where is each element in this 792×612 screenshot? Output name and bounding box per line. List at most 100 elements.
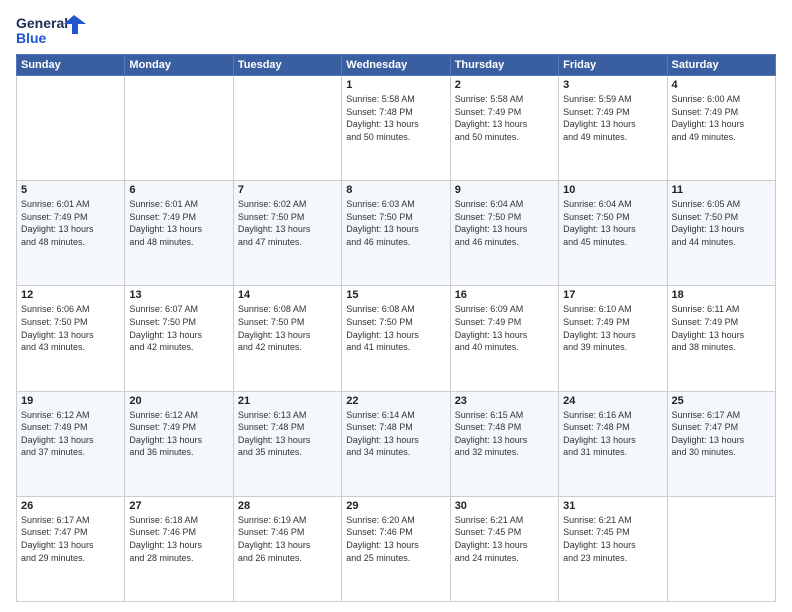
calendar-cell: 17 Sunrise: 6:10 AM Sunset: 7:49 PM Dayli…	[559, 286, 667, 391]
day-number: 12	[21, 289, 120, 301]
header: GeneralBlue	[16, 12, 776, 48]
day-number: 17	[563, 289, 662, 301]
day-info: Sunrise: 6:13 AM Sunset: 7:48 PM Dayligh…	[238, 409, 337, 459]
day-info: Sunrise: 6:17 AM Sunset: 7:47 PM Dayligh…	[21, 514, 120, 564]
calendar-cell: 29 Sunrise: 6:20 AM Sunset: 7:46 PM Dayli…	[342, 496, 450, 601]
calendar-cell: 28 Sunrise: 6:19 AM Sunset: 7:46 PM Dayli…	[233, 496, 341, 601]
day-info: Sunrise: 6:21 AM Sunset: 7:45 PM Dayligh…	[563, 514, 662, 564]
day-number: 11	[672, 184, 771, 196]
day-number: 8	[346, 184, 445, 196]
week-row-1: 1 Sunrise: 5:58 AM Sunset: 7:48 PM Daylig…	[17, 76, 776, 181]
calendar-cell: 20 Sunrise: 6:12 AM Sunset: 7:49 PM Dayli…	[125, 391, 233, 496]
calendar-cell: 31 Sunrise: 6:21 AM Sunset: 7:45 PM Dayli…	[559, 496, 667, 601]
col-header-friday: Friday	[559, 55, 667, 76]
day-info: Sunrise: 6:01 AM Sunset: 7:49 PM Dayligh…	[129, 198, 228, 248]
logo: GeneralBlue	[16, 12, 86, 48]
day-info: Sunrise: 6:17 AM Sunset: 7:47 PM Dayligh…	[672, 409, 771, 459]
calendar-cell: 3Sunrise: 5:59 AM Sunset: 7:49 PM Daylig…	[559, 76, 667, 181]
day-info: Sunrise: 6:04 AM Sunset: 7:50 PM Dayligh…	[455, 198, 554, 248]
day-number: 18	[672, 289, 771, 301]
day-info: Sunrise: 6:06 AM Sunset: 7:50 PM Dayligh…	[21, 303, 120, 353]
day-number: 23	[455, 395, 554, 407]
calendar-cell	[233, 76, 341, 181]
calendar-cell: 24 Sunrise: 6:16 AM Sunset: 7:48 PM Dayli…	[559, 391, 667, 496]
calendar-cell: 11 Sunrise: 6:05 AM Sunset: 7:50 PM Dayli…	[667, 181, 775, 286]
day-info: Sunrise: 6:21 AM Sunset: 7:45 PM Dayligh…	[455, 514, 554, 564]
day-number: 25	[672, 395, 771, 407]
day-info: Sunrise: 6:05 AM Sunset: 7:50 PM Dayligh…	[672, 198, 771, 248]
day-info: Sunrise: 6:18 AM Sunset: 7:46 PM Dayligh…	[129, 514, 228, 564]
calendar-cell: 6 Sunrise: 6:01 AM Sunset: 7:49 PM Daylig…	[125, 181, 233, 286]
calendar-cell: 16Sunrise: 6:09 AM Sunset: 7:49 PM Dayli…	[450, 286, 558, 391]
day-number: 29	[346, 500, 445, 512]
day-number: 13	[129, 289, 228, 301]
day-info: Sunrise: 6:20 AM Sunset: 7:46 PM Dayligh…	[346, 514, 445, 564]
calendar-cell: 15Sunrise: 6:08 AM Sunset: 7:50 PM Dayli…	[342, 286, 450, 391]
day-number: 28	[238, 500, 337, 512]
day-number: 2	[455, 79, 554, 91]
calendar-cell: 8Sunrise: 6:03 AM Sunset: 7:50 PM Daylig…	[342, 181, 450, 286]
calendar-cell: 21 Sunrise: 6:13 AM Sunset: 7:48 PM Dayli…	[233, 391, 341, 496]
calendar-cell	[667, 496, 775, 601]
day-info: Sunrise: 6:04 AM Sunset: 7:50 PM Dayligh…	[563, 198, 662, 248]
day-info: Sunrise: 5:58 AM Sunset: 7:48 PM Dayligh…	[346, 93, 445, 143]
day-info: Sunrise: 6:00 AM Sunset: 7:49 PM Dayligh…	[672, 93, 771, 143]
calendar-cell: 27 Sunrise: 6:18 AM Sunset: 7:46 PM Dayli…	[125, 496, 233, 601]
general-blue-logo: GeneralBlue	[16, 12, 86, 48]
day-number: 27	[129, 500, 228, 512]
week-row-4: 19Sunrise: 6:12 AM Sunset: 7:49 PM Dayli…	[17, 391, 776, 496]
col-header-saturday: Saturday	[667, 55, 775, 76]
day-info: Sunrise: 6:11 AM Sunset: 7:49 PM Dayligh…	[672, 303, 771, 353]
page: GeneralBlue SundayMondayTuesdayWednesday…	[0, 0, 792, 612]
week-row-5: 26 Sunrise: 6:17 AM Sunset: 7:47 PM Dayli…	[17, 496, 776, 601]
calendar-cell: 12 Sunrise: 6:06 AM Sunset: 7:50 PM Dayli…	[17, 286, 125, 391]
day-info: Sunrise: 6:12 AM Sunset: 7:49 PM Dayligh…	[129, 409, 228, 459]
calendar-cell: 14 Sunrise: 6:08 AM Sunset: 7:50 PM Dayli…	[233, 286, 341, 391]
day-info: Sunrise: 6:19 AM Sunset: 7:46 PM Dayligh…	[238, 514, 337, 564]
svg-text:Blue: Blue	[16, 30, 47, 46]
day-info: Sunrise: 6:10 AM Sunset: 7:49 PM Dayligh…	[563, 303, 662, 353]
calendar-cell: 5Sunrise: 6:01 AM Sunset: 7:49 PM Daylig…	[17, 181, 125, 286]
day-info: Sunrise: 6:08 AM Sunset: 7:50 PM Dayligh…	[238, 303, 337, 353]
day-info: Sunrise: 6:12 AM Sunset: 7:49 PM Dayligh…	[21, 409, 120, 459]
calendar-header-row: SundayMondayTuesdayWednesdayThursdayFrid…	[17, 55, 776, 76]
calendar-table: SundayMondayTuesdayWednesdayThursdayFrid…	[16, 54, 776, 602]
calendar-cell: 23 Sunrise: 6:15 AM Sunset: 7:48 PM Dayli…	[450, 391, 558, 496]
day-number: 26	[21, 500, 120, 512]
col-header-sunday: Sunday	[17, 55, 125, 76]
day-info: Sunrise: 6:01 AM Sunset: 7:49 PM Dayligh…	[21, 198, 120, 248]
svg-text:General: General	[16, 15, 68, 31]
day-number: 21	[238, 395, 337, 407]
day-number: 15	[346, 289, 445, 301]
calendar-cell: 7Sunrise: 6:02 AM Sunset: 7:50 PM Daylig…	[233, 181, 341, 286]
day-info: Sunrise: 6:15 AM Sunset: 7:48 PM Dayligh…	[455, 409, 554, 459]
col-header-monday: Monday	[125, 55, 233, 76]
calendar-cell: 2 Sunrise: 5:58 AM Sunset: 7:49 PM Daylig…	[450, 76, 558, 181]
day-info: Sunrise: 6:16 AM Sunset: 7:48 PM Dayligh…	[563, 409, 662, 459]
day-number: 31	[563, 500, 662, 512]
week-row-3: 12 Sunrise: 6:06 AM Sunset: 7:50 PM Dayli…	[17, 286, 776, 391]
day-number: 20	[129, 395, 228, 407]
day-number: 3	[563, 79, 662, 91]
calendar-cell: 26 Sunrise: 6:17 AM Sunset: 7:47 PM Dayli…	[17, 496, 125, 601]
day-info: Sunrise: 6:07 AM Sunset: 7:50 PM Dayligh…	[129, 303, 228, 353]
day-number: 4	[672, 79, 771, 91]
day-info: Sunrise: 6:14 AM Sunset: 7:48 PM Dayligh…	[346, 409, 445, 459]
day-number: 6	[129, 184, 228, 196]
calendar-cell: 4 Sunrise: 6:00 AM Sunset: 7:49 PM Daylig…	[667, 76, 775, 181]
day-number: 1	[346, 79, 445, 91]
day-number: 30	[455, 500, 554, 512]
day-number: 10	[563, 184, 662, 196]
col-header-wednesday: Wednesday	[342, 55, 450, 76]
calendar-cell: 25 Sunrise: 6:17 AM Sunset: 7:47 PM Dayli…	[667, 391, 775, 496]
day-number: 16	[455, 289, 554, 301]
calendar-cell: 18 Sunrise: 6:11 AM Sunset: 7:49 PM Dayli…	[667, 286, 775, 391]
day-number: 9	[455, 184, 554, 196]
day-number: 24	[563, 395, 662, 407]
day-number: 22	[346, 395, 445, 407]
day-number: 14	[238, 289, 337, 301]
day-info: Sunrise: 5:58 AM Sunset: 7:49 PM Dayligh…	[455, 93, 554, 143]
col-header-thursday: Thursday	[450, 55, 558, 76]
col-header-tuesday: Tuesday	[233, 55, 341, 76]
calendar-cell: 1 Sunrise: 5:58 AM Sunset: 7:48 PM Daylig…	[342, 76, 450, 181]
